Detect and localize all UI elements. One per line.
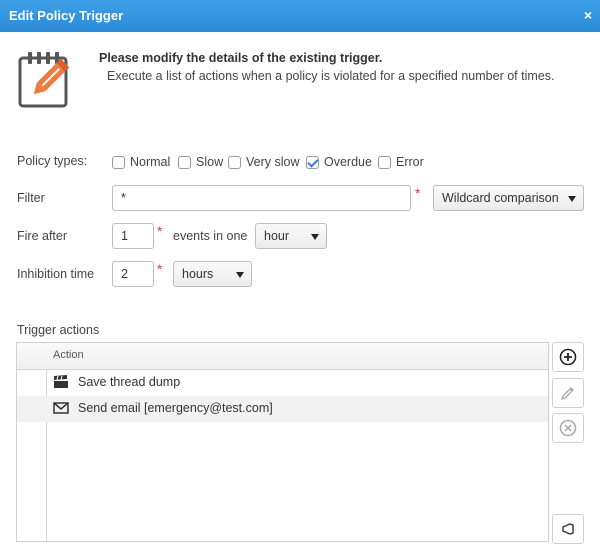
fire-after-input[interactable]: 1: [112, 223, 154, 249]
inhibition-time-label: Inhibition time: [17, 267, 95, 281]
remove-icon: [559, 419, 577, 437]
filter-label: Filter: [17, 191, 45, 205]
action-label: Save thread dump: [78, 375, 181, 389]
required-marker: *: [415, 185, 421, 201]
checkbox-box[interactable]: [112, 155, 125, 169]
inhibition-unit-value: hours: [182, 267, 214, 281]
filter-mode-select[interactable]: Wildcard comparison: [433, 185, 584, 211]
dialog-titlebar: Edit Policy Trigger ×: [0, 0, 600, 32]
dropdown-arrow-icon: [568, 196, 576, 202]
add-icon: [559, 348, 577, 366]
column-header-action[interactable]: Action: [53, 349, 84, 361]
trigger-actions-table: Action Save thread dump Send email [emer…: [16, 342, 549, 542]
inhibition-unit-select[interactable]: hours: [173, 261, 252, 287]
checkbox-box[interactable]: [178, 155, 191, 169]
filter-mode-value: Wildcard comparison: [442, 191, 559, 205]
required-marker: *: [157, 261, 163, 277]
dropdown-arrow-icon: [236, 272, 244, 278]
checkbox-slow[interactable]: Slow: [178, 155, 223, 169]
envelope-icon: [53, 402, 69, 414]
header-subtitle: Execute a list of actions when a policy …: [107, 69, 555, 83]
policy-types-label: Policy types:: [17, 154, 88, 168]
checkbox-label: Normal: [130, 155, 171, 169]
add-action-button[interactable]: [552, 342, 584, 372]
inhibition-time-input[interactable]: 2: [112, 261, 154, 287]
fire-unit-value: hour: [264, 229, 290, 243]
fire-after-label: Fire after: [17, 229, 68, 243]
checkbox-label: Error: [396, 155, 424, 169]
checkbox-label: Slow: [196, 155, 224, 169]
action-cell: Save thread dump: [53, 375, 180, 389]
table-row[interactable]: Send email [emergency@test.com]: [17, 396, 548, 422]
checkbox-very-slow[interactable]: Very slow: [228, 155, 300, 169]
required-marker: *: [157, 223, 163, 239]
events-in-one-text: events in one: [173, 229, 248, 243]
edit-icon: [560, 387, 574, 401]
dropdown-arrow-icon: [311, 234, 319, 240]
checkbox-normal[interactable]: Normal: [112, 155, 170, 169]
test-action-button[interactable]: [552, 514, 584, 544]
table-row[interactable]: Save thread dump: [17, 370, 548, 396]
header-title: Please modify the details of the existin…: [99, 51, 383, 65]
remove-action-button[interactable]: [552, 413, 584, 443]
close-icon[interactable]: ×: [584, 7, 592, 23]
table-header: Action: [17, 343, 548, 370]
clapperboard-icon: [54, 375, 68, 388]
test-icon: [562, 523, 574, 535]
trigger-actions-label: Trigger actions: [17, 323, 100, 337]
checkbox-label: Overdue: [324, 155, 372, 169]
checkbox-label: Very slow: [246, 155, 300, 169]
edit-action-button[interactable]: [552, 378, 584, 408]
filter-input[interactable]: *: [112, 185, 411, 211]
checkbox-overdue[interactable]: Overdue: [306, 155, 372, 169]
dialog-title: Edit Policy Trigger: [9, 8, 124, 23]
checkbox-error[interactable]: Error: [378, 155, 424, 169]
checkbox-box[interactable]: [378, 155, 391, 169]
action-cell: Send email [emergency@test.com]: [53, 401, 273, 415]
checkbox-box[interactable]: [306, 155, 319, 169]
checkbox-box[interactable]: [228, 155, 241, 169]
action-label: Send email [emergency@test.com]: [78, 401, 273, 415]
edit-note-icon: [18, 52, 70, 108]
fire-unit-select[interactable]: hour: [255, 223, 327, 249]
